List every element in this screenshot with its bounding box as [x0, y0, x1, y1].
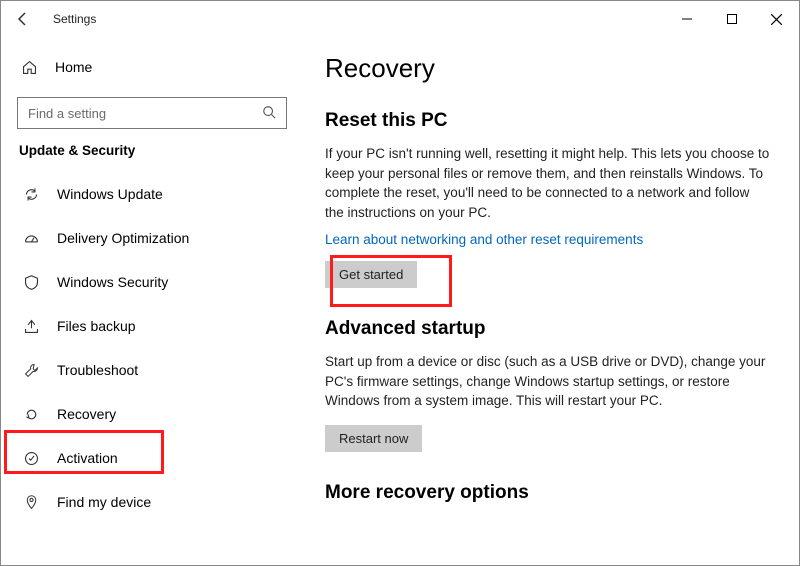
- back-arrow-icon[interactable]: [13, 11, 33, 27]
- search-placeholder: Find a setting: [28, 106, 106, 121]
- search-icon: [262, 105, 276, 122]
- sidebar-item-windows-update[interactable]: Windows Update: [15, 172, 289, 216]
- sidebar-category-label: Update & Security: [19, 143, 289, 158]
- dashboard-icon: [21, 230, 41, 247]
- sidebar-item-label: Windows Security: [57, 274, 168, 290]
- reset-title: Reset this PC: [325, 110, 771, 132]
- sync-icon: [21, 186, 41, 203]
- home-icon: [19, 59, 39, 76]
- sidebar-item-label: Windows Update: [57, 186, 163, 202]
- sidebar-item-label: Activation: [57, 450, 118, 466]
- sidebar-item-label: Recovery: [57, 406, 116, 422]
- shield-icon: [21, 274, 41, 291]
- content-pane: Recovery Reset this PC If your PC isn't …: [301, 37, 799, 565]
- titlebar: Settings: [1, 1, 799, 37]
- advanced-body: Start up from a device or disc (such as …: [325, 352, 771, 411]
- reset-link[interactable]: Learn about networking and other reset r…: [325, 232, 643, 247]
- page-title: Recovery: [325, 53, 771, 84]
- advanced-title: Advanced startup: [325, 318, 771, 340]
- sidebar-item-recovery[interactable]: Recovery: [15, 392, 289, 436]
- sidebar-item-find-my-device[interactable]: Find my device: [15, 480, 289, 524]
- more-options-title: More recovery options: [325, 482, 771, 504]
- sidebar-item-windows-security[interactable]: Windows Security: [15, 260, 289, 304]
- sidebar-item-delivery-optimization[interactable]: Delivery Optimization: [15, 216, 289, 260]
- window-title: Settings: [53, 12, 96, 26]
- wrench-icon: [21, 362, 41, 379]
- sidebar-item-label: Delivery Optimization: [57, 230, 189, 246]
- sidebar-item-label: Files backup: [57, 318, 136, 334]
- sidebar-item-troubleshoot[interactable]: Troubleshoot: [15, 348, 289, 392]
- maximize-button[interactable]: [709, 4, 754, 34]
- sidebar-item-files-backup[interactable]: Files backup: [15, 304, 289, 348]
- sidebar-item-label: Find my device: [57, 494, 151, 510]
- sidebar: Home Find a setting Update & Security Wi…: [1, 37, 301, 565]
- recovery-icon: [21, 406, 41, 423]
- sidebar-home-label: Home: [55, 59, 92, 75]
- backup-icon: [21, 318, 41, 335]
- close-button[interactable]: [754, 4, 799, 34]
- minimize-button[interactable]: [664, 4, 709, 34]
- restart-now-button[interactable]: Restart now: [325, 425, 422, 452]
- check-circle-icon: [21, 450, 41, 467]
- sidebar-home[interactable]: Home: [19, 47, 289, 87]
- sidebar-item-activation[interactable]: Activation: [15, 436, 289, 480]
- sidebar-item-label: Troubleshoot: [57, 362, 138, 378]
- search-input[interactable]: Find a setting: [17, 97, 287, 129]
- location-icon: [21, 494, 41, 511]
- get-started-button[interactable]: Get started: [325, 261, 417, 288]
- reset-body: If your PC isn't running well, resetting…: [325, 144, 771, 222]
